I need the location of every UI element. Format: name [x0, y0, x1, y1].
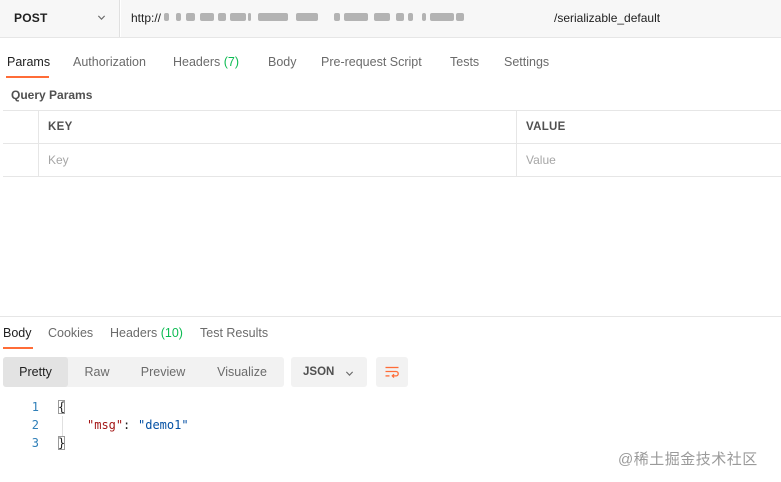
row-checkbox-cell [3, 144, 39, 176]
tab-tests[interactable]: Tests [450, 55, 479, 69]
tab-settings[interactable]: Settings [504, 55, 549, 69]
view-pretty-button[interactable]: Pretty [3, 357, 68, 387]
json-string-value: "demo1" [138, 418, 189, 432]
line-number: 2 [31, 418, 39, 432]
watermark: @稀土掘金技术社区 [618, 451, 758, 468]
table-header-row: KEY VALUE [3, 111, 781, 144]
indent-guide [62, 416, 63, 436]
response-headers-count: (10) [160, 326, 183, 340]
param-key-input[interactable] [48, 153, 248, 167]
chevron-down-icon [97, 15, 106, 20]
view-visualize-button[interactable]: Visualize [200, 357, 284, 387]
json-key: "msg" [87, 418, 124, 432]
code-line: 1 { [0, 399, 781, 417]
active-tab-indicator [6, 76, 49, 78]
json-colon: : [123, 418, 138, 432]
response-tab-cookies[interactable]: Cookies [48, 326, 93, 340]
tab-pre-request-script[interactable]: Pre-request Script [321, 55, 422, 69]
checkbox-column-header [3, 111, 39, 143]
method-label: POST [14, 11, 48, 25]
request-tabs: Params Authorization Headers (7) Body Pr… [0, 52, 781, 78]
query-params-table: KEY VALUE [3, 110, 781, 177]
param-value-input[interactable] [526, 153, 726, 167]
line-number: 1 [31, 400, 39, 414]
response-tabs: Body Cookies Headers (10) Test Results [0, 322, 781, 350]
json-close-brace: } [58, 436, 66, 450]
key-column-header: KEY [39, 111, 517, 143]
response-tab-test-results[interactable]: Test Results [200, 326, 268, 340]
url-prefix: http:// [131, 11, 162, 25]
method-select[interactable]: POST [0, 0, 120, 37]
view-raw-button[interactable]: Raw [68, 357, 126, 387]
response-tab-headers[interactable]: Headers (10) [110, 326, 183, 340]
response-divider[interactable] [0, 316, 781, 317]
key-header-label: KEY [48, 121, 73, 133]
tab-authorization[interactable]: Authorization [73, 55, 146, 69]
json-open-brace: { [58, 400, 66, 414]
tab-headers[interactable]: Headers (7) [173, 55, 239, 69]
wrap-lines-button[interactable] [376, 357, 408, 387]
tab-params[interactable]: Params [7, 55, 50, 69]
table-row [3, 144, 781, 177]
line-number: 3 [31, 436, 39, 450]
format-label: JSON [303, 366, 335, 378]
chevron-down-icon [345, 371, 354, 376]
tab-body[interactable]: Body [268, 55, 297, 69]
value-column-header: VALUE [517, 111, 781, 143]
headers-count: (7) [223, 55, 240, 69]
wrap-lines-icon [385, 366, 399, 379]
url-input[interactable]: http:// /serializable_default [121, 0, 781, 37]
value-cell [517, 144, 781, 176]
response-tab-body[interactable]: Body [3, 326, 32, 340]
key-cell [39, 144, 517, 176]
active-response-tab-indicator [3, 347, 33, 349]
view-mode-group: Pretty Raw Preview Visualize [3, 357, 284, 387]
request-bar: POST http:// /serializable_default [0, 0, 781, 38]
view-preview-button[interactable]: Preview [126, 357, 200, 387]
url-path: /serializable_default [554, 11, 661, 25]
value-header-label: VALUE [526, 121, 566, 133]
code-line: 2 "msg" : "demo1" [0, 417, 781, 435]
query-params-title: Query Params [11, 88, 93, 102]
format-select[interactable]: JSON [291, 357, 367, 387]
